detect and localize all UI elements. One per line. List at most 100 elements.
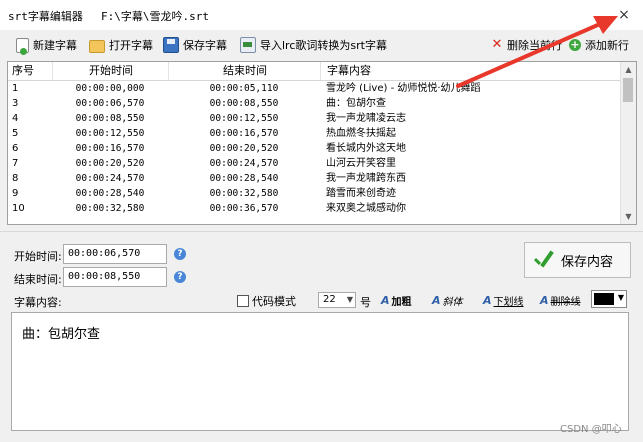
scroll-thumb[interactable] xyxy=(623,78,633,102)
save-content-label: 保存内容 xyxy=(561,254,614,270)
row-end-time: 00:00:20,520 xyxy=(209,143,279,154)
row-start-time: 00:00:00,000 xyxy=(75,83,145,94)
watermark: CSDN @叩心 xyxy=(560,424,622,435)
close-icon[interactable]: × xyxy=(612,4,636,26)
row-end-time: 00:00:08,550 xyxy=(209,98,279,109)
row-end-time: 00:00:32,580 xyxy=(209,188,279,199)
help-icon[interactable]: ? xyxy=(174,248,186,260)
bold-button[interactable]: A 加粗 xyxy=(381,292,412,308)
row-subtitle-text: 踏雪而来创奇迹 xyxy=(326,188,396,199)
table-row[interactable]: 10 00:00:32,580 00:00:36,570 来双奥之城感动你 xyxy=(8,201,620,216)
row-start-time: 00:00:08,550 xyxy=(75,113,145,124)
bold-label: 加粗 xyxy=(391,296,412,308)
row-index: 9 xyxy=(12,188,19,199)
row-end-time: 00:00:12,550 xyxy=(209,113,279,124)
delete-row-label: 删除当前行 xyxy=(507,39,562,52)
font-size-value: 22 xyxy=(323,294,336,305)
row-start-time: 00:00:20,520 xyxy=(75,158,145,169)
underline-button[interactable]: A 下划线 xyxy=(483,292,524,308)
content-editor[interactable]: 曲：包胡尔查 xyxy=(11,312,629,431)
row-index: 5 xyxy=(12,128,19,139)
add-row-button[interactable]: + 添加新行 xyxy=(569,35,629,55)
plus-circle-icon: + xyxy=(569,38,581,51)
open-subtitle-label: 打开字幕 xyxy=(109,39,153,52)
new-subtitle-label: 新建字幕 xyxy=(33,39,77,52)
row-start-time: 00:00:32,580 xyxy=(75,203,145,214)
row-subtitle-text: 山河云开笑容里 xyxy=(326,158,396,169)
table-row[interactable]: 6 00:00:16,570 00:00:20,520 看长城内外这天地 xyxy=(8,141,620,156)
row-subtitle-text: 我一声龙啸跨东西 xyxy=(326,173,406,184)
scroll-down-icon[interactable]: ▼ xyxy=(621,209,636,224)
italic-button[interactable]: A 斜体 xyxy=(432,292,463,308)
row-start-time: 00:00:16,570 xyxy=(75,143,145,154)
underline-label: 下划线 xyxy=(493,296,524,308)
table-row[interactable]: 8 00:00:24,570 00:00:28,540 我一声龙啸跨东西 xyxy=(8,171,620,186)
checkmark-icon xyxy=(531,249,553,271)
font-size-select[interactable]: 22 ▼ xyxy=(318,292,356,308)
chevron-down-icon[interactable]: ▼ xyxy=(347,293,353,307)
table-row[interactable]: 4 00:00:08,550 00:00:12,550 我一声龙啸凌云志 xyxy=(8,111,620,126)
checkbox-icon[interactable] xyxy=(237,295,249,307)
table-row[interactable]: 9 00:00:28,540 00:00:32,580 踏雪而来创奇迹 xyxy=(8,186,620,201)
add-row-label: 添加新行 xyxy=(585,39,629,52)
row-subtitle-text: 热血燃冬扶摇起 xyxy=(326,128,396,139)
row-end-time: 00:00:36,570 xyxy=(209,203,279,214)
table-row[interactable]: 1 00:00:00,000 00:00:05,110 雪龙吟 (Live) - 幼师… xyxy=(8,81,620,96)
col-header-start[interactable]: 开始时间 xyxy=(52,62,169,80)
row-subtitle-text: 曲：包胡尔查 xyxy=(326,98,386,109)
col-header-text[interactable]: 字幕内容 xyxy=(320,62,627,80)
app-title: srt字幕编辑器 xyxy=(8,10,83,23)
table-row[interactable]: 5 00:00:12,550 00:00:16,570 热血燃冬扶摇起 xyxy=(8,126,620,141)
strikethrough-button[interactable]: A 删除线 xyxy=(540,292,581,308)
subtitle-table[interactable]: 序号 开始时间 结束时间 字幕内容 1 00:00:00,000 00:00:05,… xyxy=(7,61,637,225)
row-start-time: 00:00:06,570 xyxy=(75,98,145,109)
strikethrough-label: 删除线 xyxy=(550,296,581,308)
help-icon[interactable]: ? xyxy=(174,271,186,283)
save-subtitle-label: 保存字幕 xyxy=(183,39,227,52)
save-subtitle-button[interactable]: 保存字幕 xyxy=(163,35,227,55)
end-time-label: 结束时间: xyxy=(14,273,62,286)
text-color-picker[interactable]: ▼ xyxy=(591,290,627,308)
start-time-input[interactable]: 00:00:06,570 xyxy=(63,244,167,264)
row-index: 8 xyxy=(12,173,19,184)
row-start-time: 00:00:24,570 xyxy=(75,173,145,184)
row-subtitle-text: 雪龙吟 (Live) - 幼师悦悦·幼儿舞蹈 xyxy=(326,83,481,94)
table-scrollbar[interactable]: ▲ ▼ xyxy=(620,62,636,224)
new-file-icon xyxy=(16,37,29,55)
import-lrc-button[interactable]: 导入lrc歌词转换为srt字幕 xyxy=(240,35,387,55)
row-end-time: 00:00:28,540 xyxy=(209,173,279,184)
row-index: 6 xyxy=(12,143,19,154)
import-icon xyxy=(240,37,256,53)
row-subtitle-text: 看长城内外这天地 xyxy=(326,143,406,154)
start-time-label: 开始时间: xyxy=(14,250,62,263)
open-subtitle-button[interactable]: 打开字幕 xyxy=(89,35,153,55)
end-time-input[interactable]: 00:00:08,550 xyxy=(63,267,167,287)
row-end-time: 00:00:05,110 xyxy=(209,83,279,94)
scroll-up-icon[interactable]: ▲ xyxy=(621,62,636,77)
row-index: 10 xyxy=(12,203,25,214)
import-lrc-label: 导入lrc歌词转换为srt字幕 xyxy=(260,39,387,52)
row-subtitle-text: 我一声龙啸凌云志 xyxy=(326,113,406,124)
table-header: 序号 开始时间 结束时间 字幕内容 xyxy=(8,62,620,81)
save-content-button[interactable]: 保存内容 xyxy=(524,242,631,278)
new-subtitle-button[interactable]: 新建字幕 xyxy=(16,35,77,55)
code-mode-checkbox[interactable]: 代码模式 xyxy=(237,293,296,309)
delete-row-button[interactable]: ✕ 删除当前行 xyxy=(491,35,562,55)
table-row[interactable]: 7 00:00:20,520 00:00:24,570 山河云开笑容里 xyxy=(8,156,620,171)
table-row[interactable]: 3 00:00:06,570 00:00:08,550 曲：包胡尔查 xyxy=(8,96,620,111)
file-path: F:\字幕\雪龙吟.srt xyxy=(101,10,209,23)
chevron-down-icon[interactable]: ▼ xyxy=(618,293,624,302)
color-swatch xyxy=(594,293,614,305)
row-end-time: 00:00:16,570 xyxy=(209,128,279,139)
splitter[interactable] xyxy=(0,231,643,232)
folder-icon xyxy=(89,39,105,53)
row-subtitle-text: 来双奥之城感动你 xyxy=(326,203,406,214)
font-a-icon: A xyxy=(432,293,441,307)
content-label: 字幕内容: xyxy=(14,296,62,309)
title-bar: srt字幕编辑器 F:\字幕\雪龙吟.srt × xyxy=(0,0,643,30)
font-a-icon: A xyxy=(540,293,549,307)
content-text[interactable]: 曲：包胡尔查 xyxy=(22,323,100,342)
col-header-index[interactable]: 序号 xyxy=(12,62,52,80)
col-header-end[interactable]: 结束时间 xyxy=(168,62,321,80)
code-mode-label: 代码模式 xyxy=(252,295,296,308)
